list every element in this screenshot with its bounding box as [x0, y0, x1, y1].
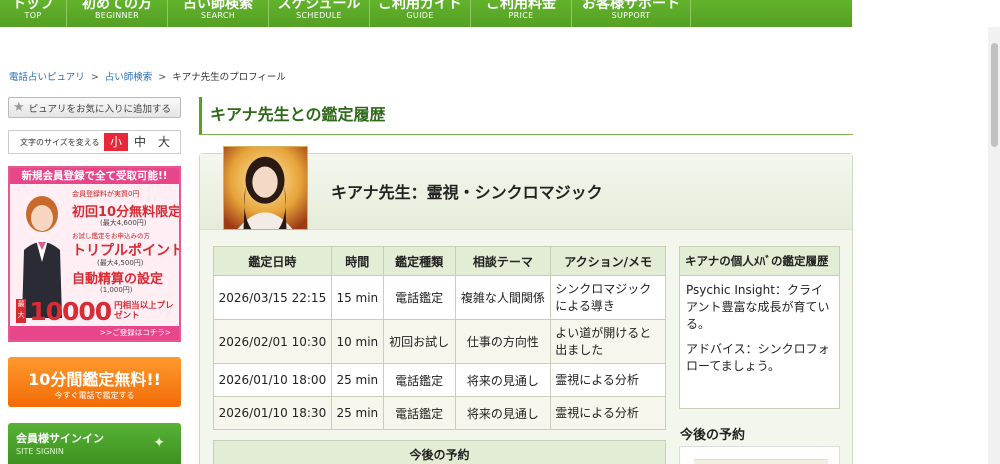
banner-header: 新規会員登録で全て受取可能!! [10, 168, 179, 184]
cell-duration: 10 min [330, 319, 384, 364]
breadcrumb-current: キアナ先生のプロフィール [172, 72, 286, 83]
nav-item-guide[interactable]: ご利用ガイド GUIDE [370, 0, 471, 27]
cell-date: 2026/03/15 22:15 [213, 275, 332, 320]
page-title: キアナ先生との鑑定履歴 [199, 97, 853, 135]
add-favorite-label: ピュアリをお気に入りに追加する [28, 103, 171, 115]
font-size-label: 文字のサイズを変える [20, 137, 100, 147]
column-header-theme: 相談テーマ [454, 246, 552, 276]
nav-item-search[interactable]: 占い師検索 SEARCH [168, 0, 269, 27]
breadcrumb-home-link[interactable]: 電話占いピュアリ [9, 72, 85, 83]
nav-item-support[interactable]: お客様サポート SUPPORT [572, 0, 691, 27]
advice-text: アドバイス：シンクロフォローてましょう。 [686, 342, 830, 373]
nav-item-price[interactable]: ご利用料金 PRICE [471, 0, 572, 27]
cell-duration: 15 min [330, 275, 384, 320]
table-header-row: 鑑定日時 時間 鑑定種類 相談テーマ アクション/メモ [213, 246, 666, 276]
font-size-medium-button[interactable]: 中 [128, 133, 152, 151]
side-upcoming-box [679, 446, 840, 464]
banner-line-4: お試し鑑定をお申込みの方 [72, 232, 150, 240]
cell-theme: 将来の見通し [454, 363, 552, 397]
banner-line-5: トリプルポイント [72, 243, 181, 259]
global-nav-bar: トップ TOP 初めての方 BEGINNER 占い師検索 SEARCH スケジュール S… [0, 0, 852, 27]
global-nav: トップ TOP 初めての方 BEGINNER 占い師検索 SEARCH スケジュール S… [0, 0, 1000, 27]
cell-date: 2026/01/10 18:30 [213, 396, 332, 430]
personal-history-box: キアナの個人ﾒﾊﾞの鑑定履歴 Psychic Insight：クライアント豊富な… [679, 246, 840, 409]
font-size-small-button[interactable]: 小 [104, 133, 128, 151]
font-size-switcher: 文字のサイズを変える 小 中 大 [8, 130, 181, 154]
scrollbar-thumb[interactable] [991, 43, 998, 147]
banner-footer-link[interactable]: >>ご登録はコチラ> [10, 326, 179, 340]
table-row: 2026/02/01 10:30 10 min 初回お試し 仕事の方向性 よい道… [213, 319, 666, 364]
personal-history-title: キアナの個人ﾒﾊﾞの鑑定履歴 [680, 247, 839, 276]
signin-subtitle: SITE SIGNIN [16, 447, 64, 456]
star-icon: ★ [13, 100, 25, 115]
banner-line-1: 会員登録料が実質0円 [72, 190, 140, 198]
advisor-profile-header: キアナ先生：霊視・シンクロマジック [200, 146, 852, 230]
cell-duration: 25 min [330, 363, 384, 397]
nav-item-schedule[interactable]: スケジュール SCHEDULE [269, 0, 370, 27]
column-header-date: 鑑定日時 [213, 246, 332, 276]
cell-duration: 25 min [330, 396, 384, 430]
cell-theme: 仕事の方向性 [454, 319, 552, 364]
vertical-scrollbar[interactable] [988, 27, 1000, 464]
nav-item-beginner[interactable]: 初めての方 BEGINNER [67, 0, 168, 27]
sparkle-icon: ✦ [153, 435, 165, 451]
banner-line-6: (最大4,500円) [97, 259, 144, 267]
cell-type: 電話鑑定 [382, 363, 456, 397]
cell-memo: よい道が開けると出ました [550, 319, 666, 364]
cell-type: 電話鑑定 [382, 396, 456, 430]
cell-theme: 複雑な人間関係 [454, 275, 552, 320]
advisor-avatar[interactable] [223, 146, 308, 230]
breadcrumb: 電話占いピュアリ > 占い師検索 > キアナ先生のプロフィール [9, 69, 286, 83]
signin-title: 会員様サインイン [16, 432, 104, 445]
font-size-large-button[interactable]: 大 [152, 133, 176, 151]
advisor-name: キアナ先生：霊視・シンクロマジック [331, 183, 603, 202]
breadcrumb-search-link[interactable]: 占い師検索 [105, 72, 153, 83]
banner-big-number: 10000 [29, 296, 112, 326]
banner-big-offer: 最大 10000 円相当以上プレゼント [16, 296, 176, 326]
table-row: 2026/03/15 22:15 15 min 電話鑑定 複雑な人間関係 シンク… [213, 275, 666, 320]
cell-date: 2026/01/10 18:00 [213, 363, 332, 397]
side-upcoming-title: 今後の予約 [680, 428, 746, 443]
column-header-memo: アクション/メモ [550, 246, 666, 276]
banner-line-8: (1,000円) [100, 286, 133, 294]
table-row: 2026/01/10 18:30 25 min 電話鑑定 将来の見通し 霊視によ… [213, 396, 666, 430]
upcoming-reservations-header: 今後の予約 [213, 440, 666, 464]
psychic-insight-text: Psychic Insight：クライアント豊富な成長が育ている。 [686, 283, 830, 331]
breadcrumb-separator: > [158, 72, 167, 83]
cell-memo: シンクロマジックによる導き [550, 275, 666, 320]
free-reading-banner[interactable]: 10分間鑑定無料!! 今すぐ電話で鑑定する [8, 357, 181, 407]
side-upcoming-item [694, 459, 828, 464]
free-reading-title: 10分間鑑定無料!! [28, 370, 161, 389]
cell-type: 電話鑑定 [382, 275, 456, 320]
free-reading-subtitle: 今すぐ電話で鑑定する [54, 391, 135, 400]
column-header-duration: 時間 [330, 246, 384, 276]
member-signin-panel[interactable]: 会員様サインイン SITE SIGNIN ✦ [8, 423, 181, 464]
cell-date: 2026/02/01 10:30 [213, 319, 332, 364]
cell-type: 初回お試し [382, 319, 456, 364]
breadcrumb-separator: > [90, 72, 99, 83]
cell-memo: 霊視による分析 [550, 363, 666, 397]
column-header-type: 鑑定種類 [382, 246, 456, 276]
banner-line-3: (最大4,600円) [100, 219, 147, 227]
banner-big-unit: 円相当以上プレゼント [114, 301, 174, 321]
signup-campaign-banner[interactable]: 新規会員登録で全て受取可能!! 会員登録料が実質0円 初回10分無料限定 (最大… [8, 166, 181, 342]
add-favorite-button[interactable]: ★ ピュアリをお気に入りに追加する [8, 97, 181, 118]
reading-history-table: 鑑定日時 時間 鑑定種類 相談テーマ アクション/メモ 2026/03/15 2… [213, 246, 666, 430]
cell-memo: 霊視による分析 [550, 396, 666, 430]
cell-theme: 将来の見通し [454, 396, 552, 430]
nav-item-top[interactable]: トップ TOP [0, 0, 67, 27]
table-row: 2026/01/10 18:00 25 min 電話鑑定 将来の見通し 霊視によ… [213, 363, 666, 397]
banner-max-tag: 最大 [16, 299, 27, 323]
